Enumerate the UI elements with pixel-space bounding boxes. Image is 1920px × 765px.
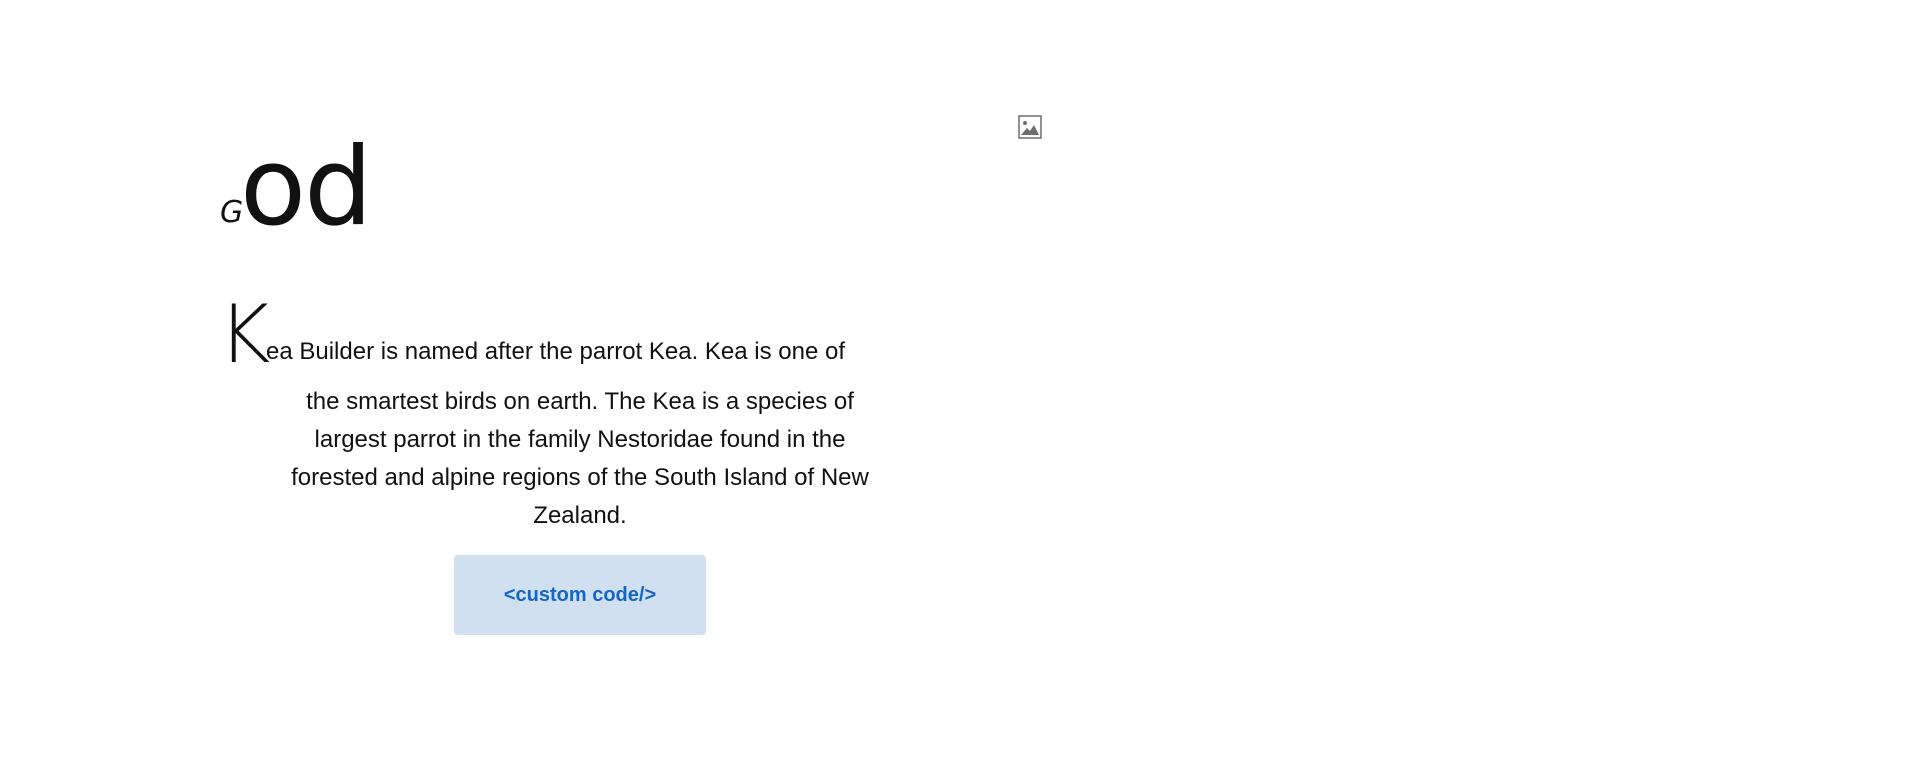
intro-line: forested and alpine regions of the South… [291,464,869,491]
intro-line: Zealand. [533,502,627,529]
intro-first-line: K ea Builder is named after the parrot K… [218,295,942,375]
intro-line: largest parrot in the family Nestoridae … [314,426,846,453]
heading-big-text: od [240,125,373,250]
custom-code-button[interactable]: <custom code/> [454,555,706,635]
intro-rest-lines: the smartest birds on earth. The Kea is … [218,383,942,535]
hero-heading: G od [218,120,942,250]
image-placeholder-icon[interactable] [1018,115,1042,139]
intro-line: the smartest birds on earth. The Kea is … [306,388,854,415]
page: G od K ea Builder is named after the par… [0,0,1920,765]
dropcap-letter: K [218,288,271,381]
content-column: G od K ea Builder is named after the par… [218,120,942,635]
broken-image-icon [1018,115,1042,139]
intro-first-line-text: ea Builder is named after the parrot Kea… [266,338,846,365]
intro-paragraph: K ea Builder is named after the parrot K… [218,295,942,535]
